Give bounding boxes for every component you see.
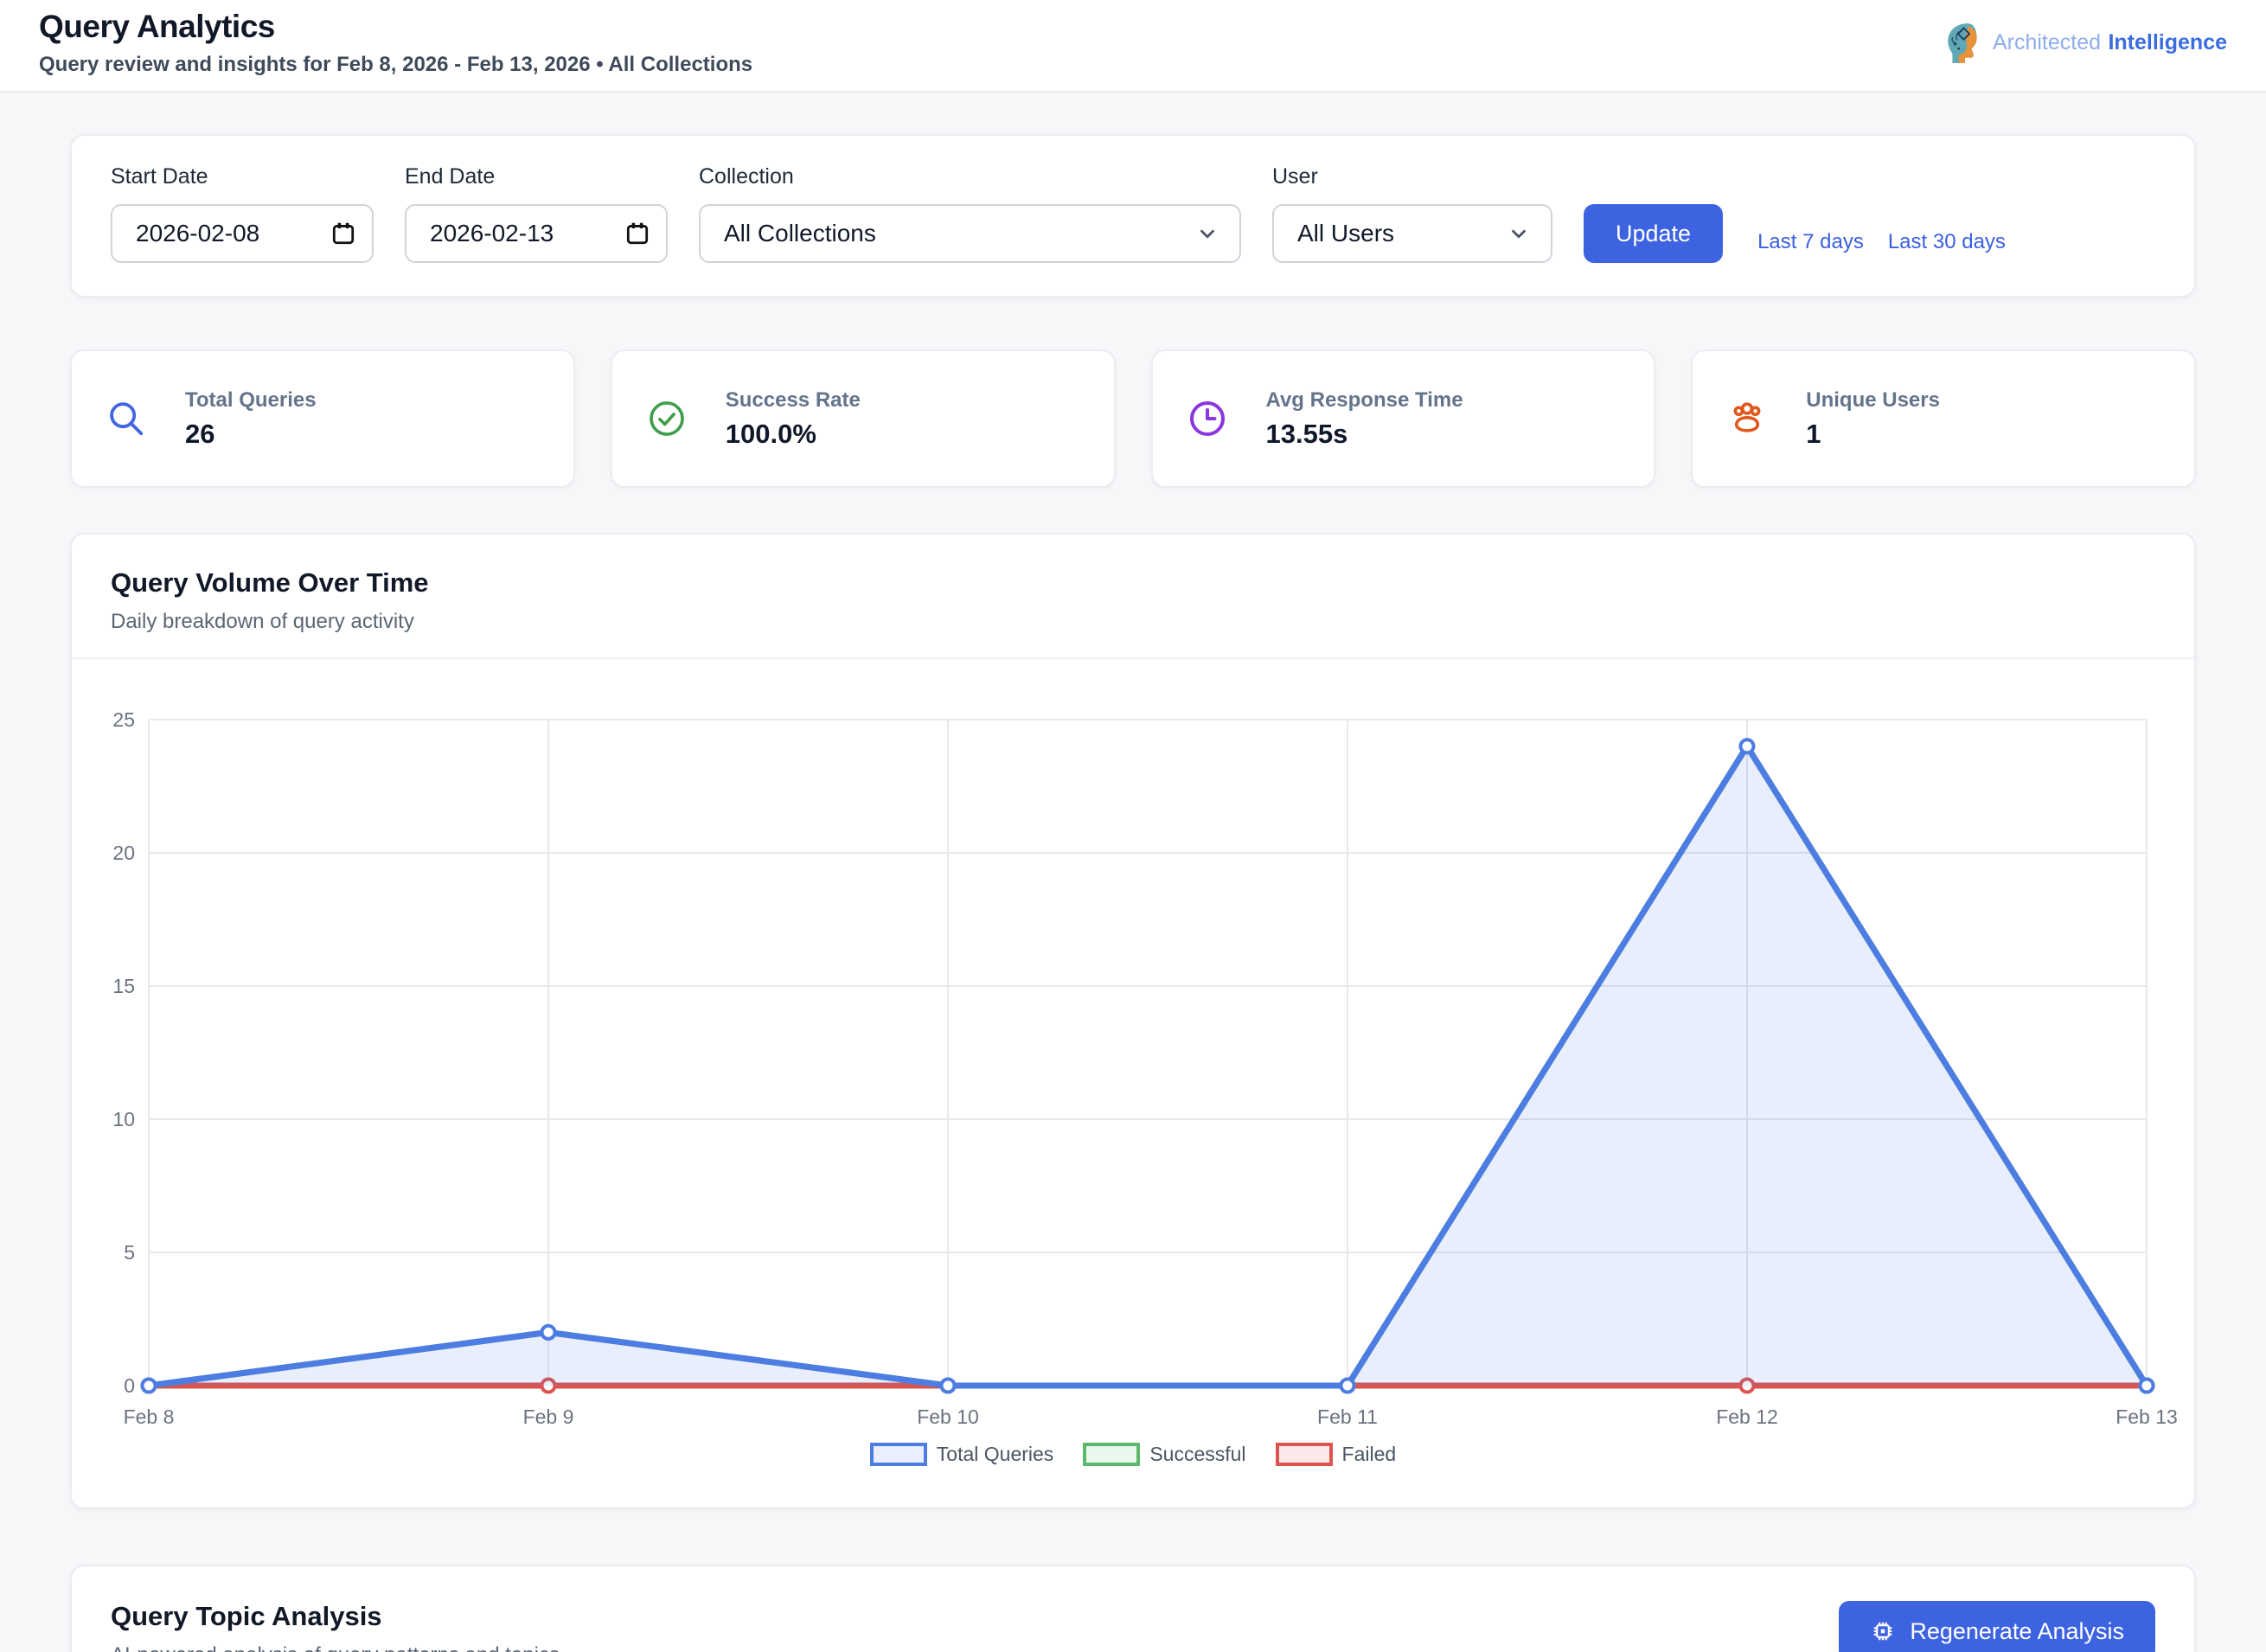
cpu-chip-icon (1870, 1618, 1896, 1644)
query-volume-card: Query Volume Over Time Daily breakdown o… (70, 533, 2196, 1509)
legend-item-total-queries: Total Queries (869, 1443, 1054, 1466)
svg-text:Feb 10: Feb 10 (917, 1405, 979, 1428)
user-select[interactable]: All Users (1272, 204, 1552, 263)
chart-subtitle: Daily breakdown of query activity (111, 610, 414, 633)
page-subtitle: Query review and insights for Feb 8, 202… (39, 53, 753, 76)
header-text: Query Analytics Query review and insight… (39, 9, 752, 77)
stat-label: Total Queries (185, 387, 317, 412)
end-date-field: End Date 2026-02-13 (405, 164, 668, 263)
last-30-days-link[interactable]: Last 30 days (1888, 230, 2006, 254)
svg-text:Feb 9: Feb 9 (523, 1405, 574, 1428)
query-topic-analysis-card: Query Topic Analysis AI-powered analysis… (70, 1565, 2196, 1652)
stat-label: Avg Response Time (1265, 387, 1463, 412)
brand-logo: Architected Intelligence (1944, 22, 2227, 65)
topic-header-text: Query Topic Analysis AI-powered analysis… (111, 1601, 560, 1652)
chart-plot-area: 0 5 10 15 20 25 Feb 8 Feb 9 Feb 10 Feb 11 Feb 12 Fe… (72, 659, 2194, 1508)
start-date-input[interactable]: 2026-02-08 (111, 204, 374, 263)
svg-text:0: 0 (124, 1374, 135, 1397)
svg-text:Feb 11: Feb 11 (1317, 1405, 1378, 1428)
svg-text:25: 25 (112, 708, 135, 731)
chevron-down-icon (1507, 222, 1530, 245)
page-title: Query Analytics (39, 9, 275, 44)
end-date-input[interactable]: 2026-02-13 (405, 204, 668, 263)
collection-label: Collection (699, 164, 794, 189)
users-icon (1727, 399, 1767, 439)
main-content: Start Date 2026-02-08 End Date 2026-02-1… (0, 93, 2266, 1652)
svg-text:Feb 8: Feb 8 (124, 1405, 175, 1428)
collection-value: All Collections (724, 220, 876, 247)
legend-swatch-successful (1083, 1443, 1141, 1466)
start-date-value: 2026-02-08 (136, 220, 260, 247)
user-field: User All Users (1272, 164, 1552, 263)
svg-text:15: 15 (112, 975, 135, 997)
svg-text:Feb 13: Feb 13 (2116, 1405, 2178, 1428)
legend-item-failed: Failed (1275, 1443, 1397, 1466)
quick-links: Last 7 days Last 30 days (1757, 230, 2006, 254)
search-icon (106, 399, 146, 439)
stat-label: Unique Users (1806, 387, 1940, 412)
top-bar: Query Analytics Query review and insight… (0, 0, 2266, 93)
chart-title: Query Volume Over Time (111, 567, 429, 598)
svg-text:20: 20 (112, 842, 135, 864)
start-date-field: Start Date 2026-02-08 (111, 164, 374, 263)
svg-text:5: 5 (124, 1241, 135, 1264)
last-7-days-link[interactable]: Last 7 days (1757, 230, 1864, 254)
stat-value: 100.0% (725, 418, 816, 449)
stat-value: 1 (1806, 418, 1821, 449)
brand-head-icon (1944, 22, 1984, 65)
filter-bar: Start Date 2026-02-08 End Date 2026-02-1… (70, 134, 2196, 298)
legend-swatch-failed (1275, 1443, 1333, 1466)
collection-field: Collection All Collections (699, 164, 1241, 263)
calendar-icon[interactable] (624, 221, 650, 247)
svg-text:10: 10 (112, 1108, 135, 1130)
legend-label: Total Queries (936, 1443, 1054, 1465)
regenerate-analysis-label: Regenerate Analysis (1910, 1617, 2124, 1644)
chevron-down-icon (1196, 222, 1219, 245)
svg-text:Feb 12: Feb 12 (1716, 1405, 1778, 1428)
chart-legend: Total Queries Successful Failed (111, 1443, 2155, 1492)
collection-select[interactable]: All Collections (699, 204, 1241, 263)
stats-row: Total Queries 26 Success Rate 100.0% Avg… (70, 349, 2196, 488)
update-button[interactable]: Update (1584, 204, 1724, 263)
stat-card-unique-users: Unique Users 1 (1691, 349, 2196, 488)
calendar-icon[interactable] (330, 221, 356, 247)
legend-label: Failed (1341, 1443, 1397, 1465)
user-value: All Users (1297, 220, 1395, 247)
topic-title: Query Topic Analysis (111, 1601, 382, 1631)
line-chart: 0 5 10 15 20 25 Feb 8 Feb 9 Feb 10 Feb 11 Feb 12 Fe… (111, 676, 2177, 1441)
regenerate-analysis-button[interactable]: Regenerate Analysis (1839, 1601, 2155, 1652)
end-date-value: 2026-02-13 (430, 220, 554, 247)
legend-label: Successful (1149, 1443, 1246, 1465)
stat-value: 26 (185, 418, 215, 449)
user-label: User (1272, 164, 1318, 189)
topic-subtitle: AI-powered analysis of query patterns an… (111, 1643, 560, 1652)
stat-card-total-queries: Total Queries 26 (70, 349, 575, 488)
stat-value: 13.55s (1265, 418, 1348, 449)
clock-icon (1187, 399, 1227, 439)
start-date-label: Start Date (111, 164, 208, 189)
end-date-label: End Date (405, 164, 496, 189)
stat-label: Success Rate (725, 387, 861, 412)
chart-header: Query Volume Over Time Daily breakdown o… (72, 535, 2194, 659)
legend-item-successful: Successful (1083, 1443, 1246, 1466)
stat-card-success-rate: Success Rate 100.0% (610, 349, 1116, 488)
stat-card-avg-response-time: Avg Response Time 13.55s (1150, 349, 1656, 488)
check-circle-icon (647, 399, 687, 439)
brand-name-light: Architected (1992, 30, 2101, 54)
legend-swatch-total (869, 1443, 927, 1466)
brand-name-bold: Intelligence (2108, 30, 2227, 54)
